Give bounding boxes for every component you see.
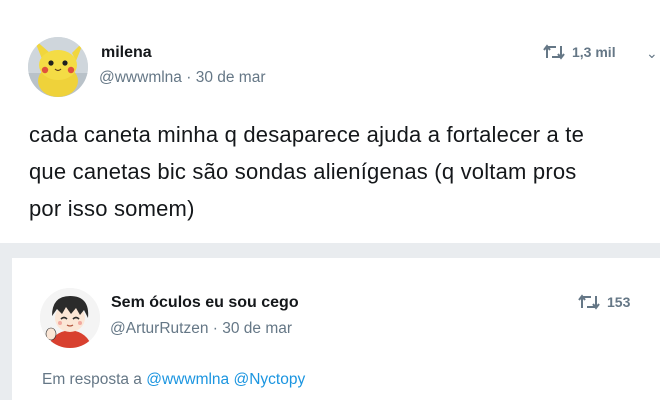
tweet-text-line: cada caneta minha q desaparece ajuda a f… — [29, 122, 585, 147]
chevron-down-icon[interactable]: ⌄ — [646, 45, 658, 62]
mention-link[interactable]: @Nyctopy — [233, 371, 305, 388]
reply-context: Em resposta a @wwwmlna @Nyctopy — [42, 371, 305, 389]
tweet-text: cada caneta minha q desaparece ajuda a f… — [29, 116, 660, 227]
author-meta: @wwwmlna · 30 de mar — [99, 69, 266, 87]
avatar[interactable] — [28, 37, 88, 97]
retweet-button[interactable]: 1,3 mil — [542, 42, 616, 62]
retweet-count: 1,3 mil — [572, 44, 616, 60]
author-name[interactable]: Sem óculos eu sou cego — [111, 294, 299, 312]
anime-boy-avatar-icon — [40, 288, 100, 348]
retweet-count: 153 — [607, 294, 631, 310]
tweet-date[interactable]: 30 de mar — [196, 69, 266, 86]
author-handle[interactable]: @ArturRutzen — [110, 320, 208, 337]
retweet-icon — [578, 294, 600, 310]
meta-separator: · — [186, 69, 196, 86]
tweet-date[interactable]: 30 de mar — [222, 320, 292, 337]
tweet-text-line: por isso somem) — [29, 196, 195, 221]
tweet-card[interactable]: milena @wwwmlna · 30 de mar 1,3 mil ⌄ ca… — [0, 0, 660, 243]
tweet-text-line: que canetas bic são sondas alienígenas (… — [29, 159, 577, 184]
meta-separator: · — [212, 320, 223, 337]
author-meta: @ArturRutzen · 30 de mar — [110, 320, 292, 338]
author-handle[interactable]: @wwwmlna — [99, 69, 182, 86]
mention-link[interactable]: @wwwmlna — [146, 371, 229, 388]
retweet-button[interactable]: 153 — [577, 292, 630, 312]
reply-tweet-card[interactable]: Sem óculos eu sou cego @ArturRutzen · 30… — [12, 258, 660, 400]
author-name[interactable]: milena — [101, 44, 152, 62]
avatar[interactable] — [40, 288, 100, 348]
pikachu-plush-avatar-icon — [28, 37, 88, 97]
reply-prefix: Em resposta a — [42, 371, 142, 388]
retweet-icon — [543, 44, 565, 60]
